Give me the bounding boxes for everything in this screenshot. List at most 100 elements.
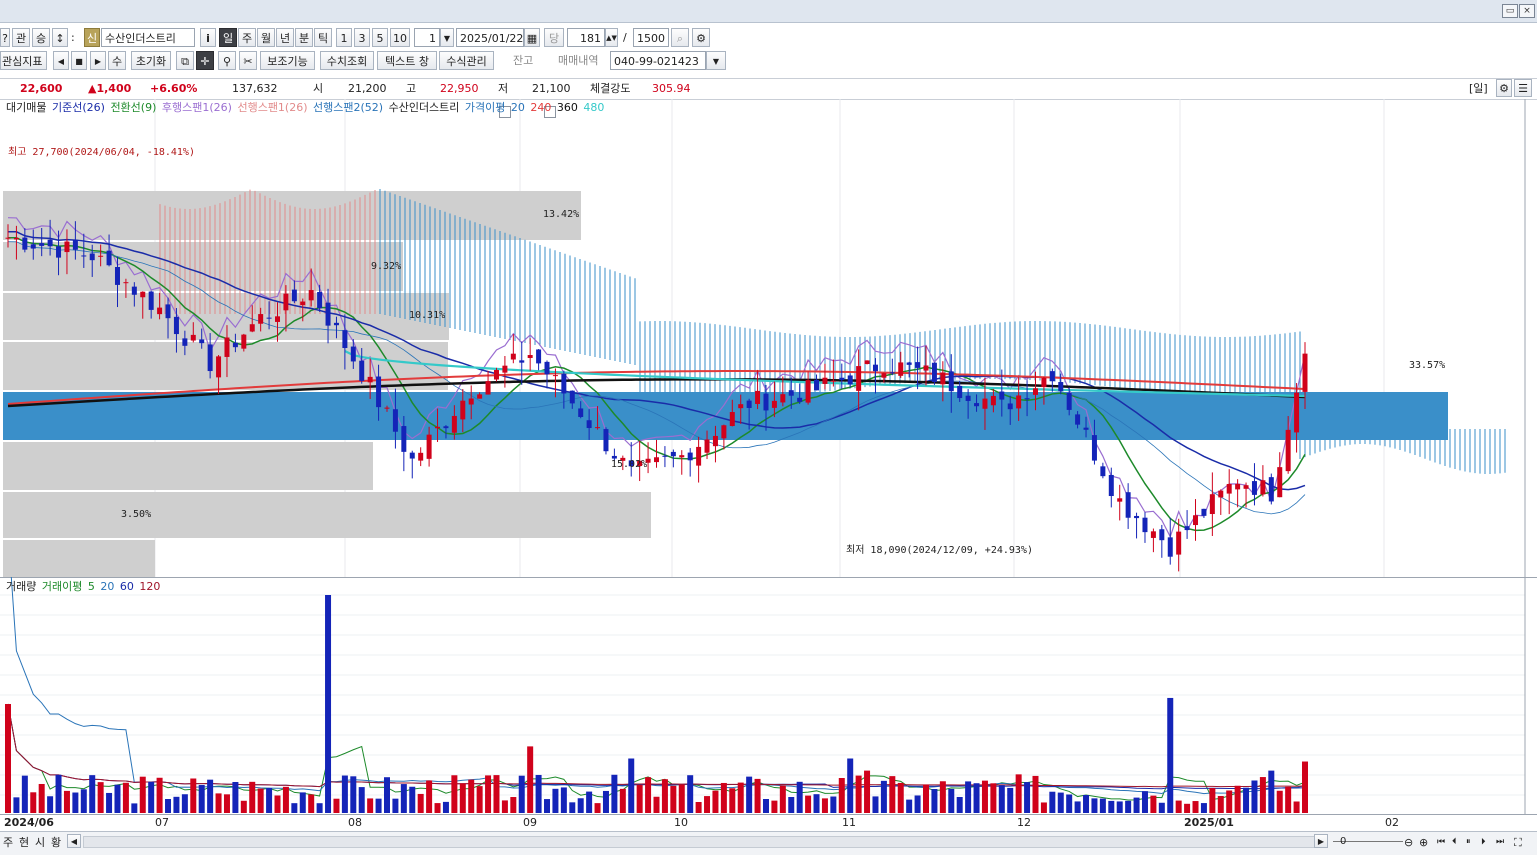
candle-body: [797, 397, 803, 402]
text-window-button[interactable]: 텍스트 창: [377, 51, 437, 70]
total-count-input[interactable]: 1500: [633, 28, 669, 47]
profile-bar: [3, 442, 373, 490]
indicator-button[interactable]: 관심지표: [0, 51, 47, 70]
formula-manager-button[interactable]: 수식관리: [439, 51, 494, 70]
candle-body: [906, 362, 912, 365]
volume-bar: [1192, 801, 1199, 813]
candle-body: [22, 237, 28, 250]
interval-10-button[interactable]: 10: [390, 28, 410, 47]
search-icon[interactable]: ⌕: [671, 28, 689, 47]
account-select[interactable]: 040-99-021423: [610, 51, 706, 70]
period-day-button[interactable]: 일: [219, 28, 237, 47]
candle-body: [148, 291, 154, 310]
volume-bar: [358, 787, 365, 813]
fullscreen-icon[interactable]: ⛶: [1514, 833, 1522, 852]
candle-body: [1159, 529, 1165, 541]
candle-body: [847, 375, 853, 385]
next-icon[interactable]: ▶: [90, 51, 106, 70]
volume-bar: [552, 788, 559, 813]
price-chart[interactable]: [0, 99, 1537, 577]
tab-si[interactable]: 시: [35, 833, 45, 852]
period-tick-button[interactable]: 틱: [314, 28, 332, 47]
candle-body: [830, 380, 836, 382]
chevron-down-icon[interactable]: ▼: [706, 51, 726, 70]
dang-button[interactable]: 당: [544, 28, 564, 47]
volume-bar: [316, 803, 323, 813]
volume-bar: [847, 758, 854, 813]
zoom-out-icon[interactable]: ⊖: [1404, 833, 1413, 852]
volume-bar: [594, 803, 601, 813]
numeric-query-button[interactable]: 수치조회: [320, 51, 374, 70]
refresh-button[interactable]: ?: [0, 28, 10, 47]
period-year-button[interactable]: 년: [276, 28, 294, 47]
horizontal-scrollbar[interactable]: [83, 836, 1315, 848]
pause-icon[interactable]: ⏸: [1466, 833, 1471, 852]
gear-icon[interactable]: ⚙: [692, 28, 710, 47]
tab-hwang[interactable]: 황: [51, 833, 61, 852]
volume-bar: [678, 784, 685, 813]
prev-page-icon[interactable]: ⏴: [1452, 833, 1457, 852]
restore-icon[interactable]: ▭: [1502, 4, 1518, 18]
candle-body: [763, 393, 769, 411]
zoom-in-icon[interactable]: ⊕: [1419, 833, 1428, 852]
x-tick-label: 10: [674, 816, 688, 829]
volume-bar: [1116, 801, 1123, 813]
stock-name-input[interactable]: 수산인더스트리: [101, 28, 195, 47]
date-input[interactable]: 2025/01/22: [456, 28, 524, 47]
new-badge[interactable]: 신: [84, 28, 100, 47]
assist-function-button[interactable]: 보조기능: [260, 51, 315, 70]
close-icon[interactable]: ×: [1519, 4, 1535, 18]
period-week-button[interactable]: 주: [238, 28, 256, 47]
gear-icon[interactable]: ⚙: [1496, 79, 1512, 97]
high-annotation: 최고 27,700(2024/06/04, -18.41%): [8, 147, 195, 158]
kwan-button[interactable]: 관: [12, 28, 30, 47]
updown-icon[interactable]: ↕: [52, 28, 68, 47]
current-price: 22,600: [20, 82, 63, 95]
interval-select[interactable]: 1: [414, 28, 440, 47]
candle-body: [1201, 508, 1207, 516]
candle-body: [1268, 477, 1274, 502]
crosshair-icon[interactable]: ✛: [196, 51, 214, 70]
candle-body: [1024, 398, 1030, 400]
layout-icon[interactable]: ⧉: [176, 51, 194, 70]
stop-icon[interactable]: ■: [71, 51, 87, 70]
first-icon[interactable]: ⏮: [1437, 833, 1445, 852]
seung-button[interactable]: 승: [32, 28, 50, 47]
prev-icon[interactable]: ◀: [53, 51, 69, 70]
scroll-right-icon[interactable]: ▶: [1314, 834, 1328, 848]
info-button[interactable]: i: [200, 28, 216, 47]
next-page-icon[interactable]: ⏵: [1481, 833, 1486, 852]
chevron-down-icon[interactable]: ▼: [440, 28, 454, 47]
candle-body: [1091, 435, 1097, 461]
candle-body: [965, 395, 971, 401]
period-minute-button[interactable]: 분: [295, 28, 313, 47]
candle-body: [384, 407, 390, 409]
last-icon[interactable]: ⏭: [1496, 833, 1504, 852]
volume-bar: [636, 784, 643, 813]
tab-ju[interactable]: 주: [3, 833, 13, 852]
tab-hyeon[interactable]: 현: [19, 833, 29, 852]
period-month-button[interactable]: 월: [257, 28, 275, 47]
stepper-icon[interactable]: ▲▼: [605, 28, 618, 47]
pin-icon[interactable]: ⚲: [218, 51, 236, 70]
count-separator: /: [623, 31, 627, 44]
scroll-left-icon[interactable]: ◀: [67, 834, 81, 848]
volume-bar: [426, 780, 433, 813]
volume-bar: [762, 799, 769, 813]
volume-bar: [1276, 790, 1283, 813]
high-label: 고: [406, 82, 417, 95]
count-input[interactable]: 181: [567, 28, 605, 47]
interval-5-button[interactable]: 5: [372, 28, 388, 47]
candle-body: [755, 390, 761, 404]
candle-body: [258, 314, 264, 324]
su-button[interactable]: 수: [108, 51, 126, 70]
candle-body: [822, 377, 828, 384]
reset-button[interactable]: 초기화: [131, 51, 171, 70]
volume-chart[interactable]: [0, 577, 1537, 814]
candle-body: [451, 415, 457, 433]
scissors-icon[interactable]: ✂: [239, 51, 257, 70]
calendar-icon[interactable]: ▦: [524, 28, 540, 47]
interval-1-button[interactable]: 1: [336, 28, 352, 47]
list-icon[interactable]: ☰: [1514, 79, 1532, 97]
interval-3-button[interactable]: 3: [354, 28, 370, 47]
